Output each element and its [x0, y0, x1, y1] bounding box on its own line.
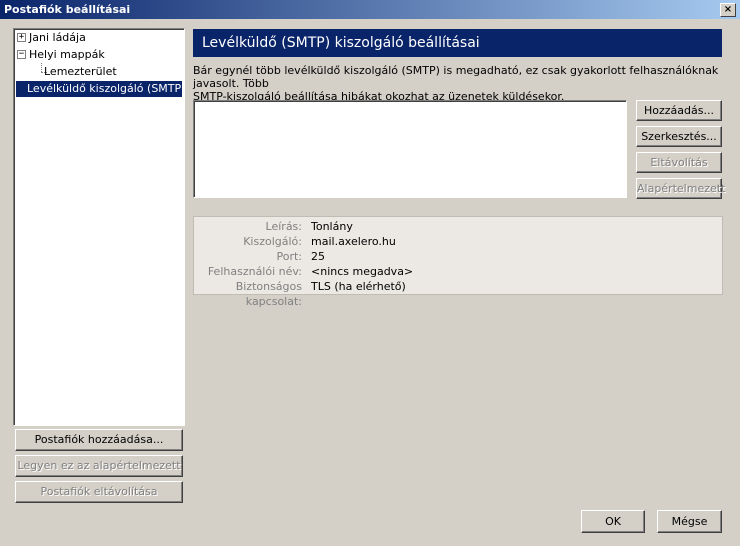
- close-button[interactable]: ×: [720, 3, 736, 17]
- smtp-details: Leírás: Tonlány Kiszolgáló: mail.axelero…: [193, 216, 723, 308]
- smtp-edit-button[interactable]: Szerkesztés...: [636, 126, 722, 147]
- detail-label-username: Felhasználói név:: [207, 265, 302, 278]
- detail-label-secure: Biztonságos kapcsolat:: [235, 280, 302, 308]
- panel-description: Bár egynél több levélküldő kiszolgáló (S…: [193, 64, 723, 103]
- smtp-server-list[interactable]: [193, 100, 627, 198]
- cancel-button[interactable]: Mégse: [657, 510, 722, 533]
- tree-item-disk-space[interactable]: Lemezterület: [44, 64, 117, 80]
- smtp-remove-label: Eltávolítás: [650, 156, 708, 169]
- set-default-label: Legyen ez az alapértelmezett: [17, 459, 181, 472]
- remove-account-button[interactable]: Postafiók eltávolítása: [15, 481, 183, 503]
- set-default-account-button[interactable]: Legyen ez az alapértelmezett: [15, 455, 183, 477]
- panel-header: Levélküldő (SMTP) kiszolgáló beállításai: [193, 29, 722, 57]
- panel-title: Levélküldő (SMTP) kiszolgáló beállításai: [202, 35, 480, 51]
- window-title: Postafiók beállításai: [4, 3, 131, 16]
- smtp-add-button[interactable]: Hozzáadás...: [636, 100, 722, 121]
- cancel-label: Mégse: [671, 515, 708, 528]
- remove-account-label: Postafiók eltávolítása: [40, 485, 158, 498]
- description-line-1: Bár egynél több levélküldő kiszolgáló (S…: [193, 64, 719, 90]
- tree-item-label: Jani ládája: [29, 31, 86, 44]
- smtp-add-label: Hozzáadás...: [644, 104, 714, 117]
- tree-item-smtp[interactable]: Levélküldő kiszolgáló (SMTP): [16, 81, 186, 97]
- add-account-label: Postafiók hozzáadása...: [34, 433, 164, 446]
- detail-value-secure: TLS (ha elérhető): [311, 280, 406, 293]
- ok-button[interactable]: OK: [581, 510, 645, 533]
- detail-value-port: 25: [311, 250, 325, 263]
- detail-label-server: Kiszolgáló:: [243, 235, 302, 248]
- ok-label: OK: [605, 515, 621, 528]
- detail-label-description: Leírás:: [265, 220, 302, 233]
- detail-value-server: mail.axelero.hu: [311, 235, 396, 248]
- tree-connector: [41, 63, 43, 72]
- smtp-set-default-button[interactable]: Alapértelmezett: [636, 178, 726, 199]
- tree-item-label: Levélküldő kiszolgáló (SMTP): [27, 82, 186, 95]
- close-icon: ×: [723, 4, 733, 15]
- collapse-icon[interactable]: −: [17, 50, 26, 59]
- detail-value-username: <nincs megadva>: [311, 265, 414, 278]
- smtp-edit-label: Szerkesztés...: [641, 130, 717, 143]
- expand-icon[interactable]: +: [17, 33, 26, 42]
- detail-value-description: Tonlány: [311, 220, 353, 233]
- title-bar: Postafiók beállításai: [0, 0, 740, 19]
- detail-label-port: Port:: [276, 250, 302, 263]
- account-tree[interactable]: + Jani ládája − Helyi mappák Lemezterüle…: [13, 28, 185, 426]
- tree-item-label: Helyi mappák: [29, 48, 105, 61]
- smtp-set-default-label: Alapértelmezett: [637, 182, 726, 195]
- smtp-remove-button[interactable]: Eltávolítás: [636, 152, 722, 173]
- add-account-button[interactable]: Postafiók hozzáadása...: [15, 429, 183, 451]
- tree-item-label: Lemezterület: [44, 65, 117, 78]
